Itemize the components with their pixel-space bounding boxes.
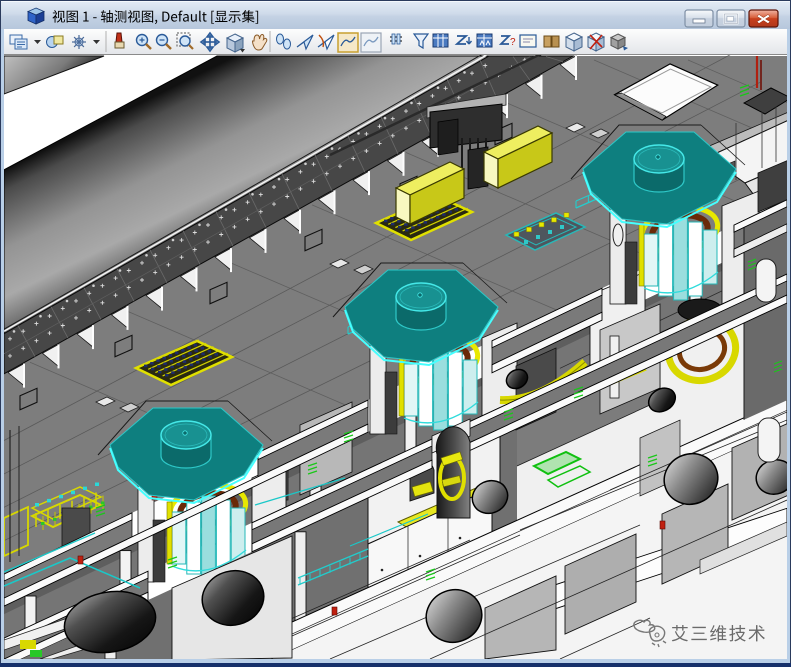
svg-text:?: ? — [510, 37, 516, 48]
